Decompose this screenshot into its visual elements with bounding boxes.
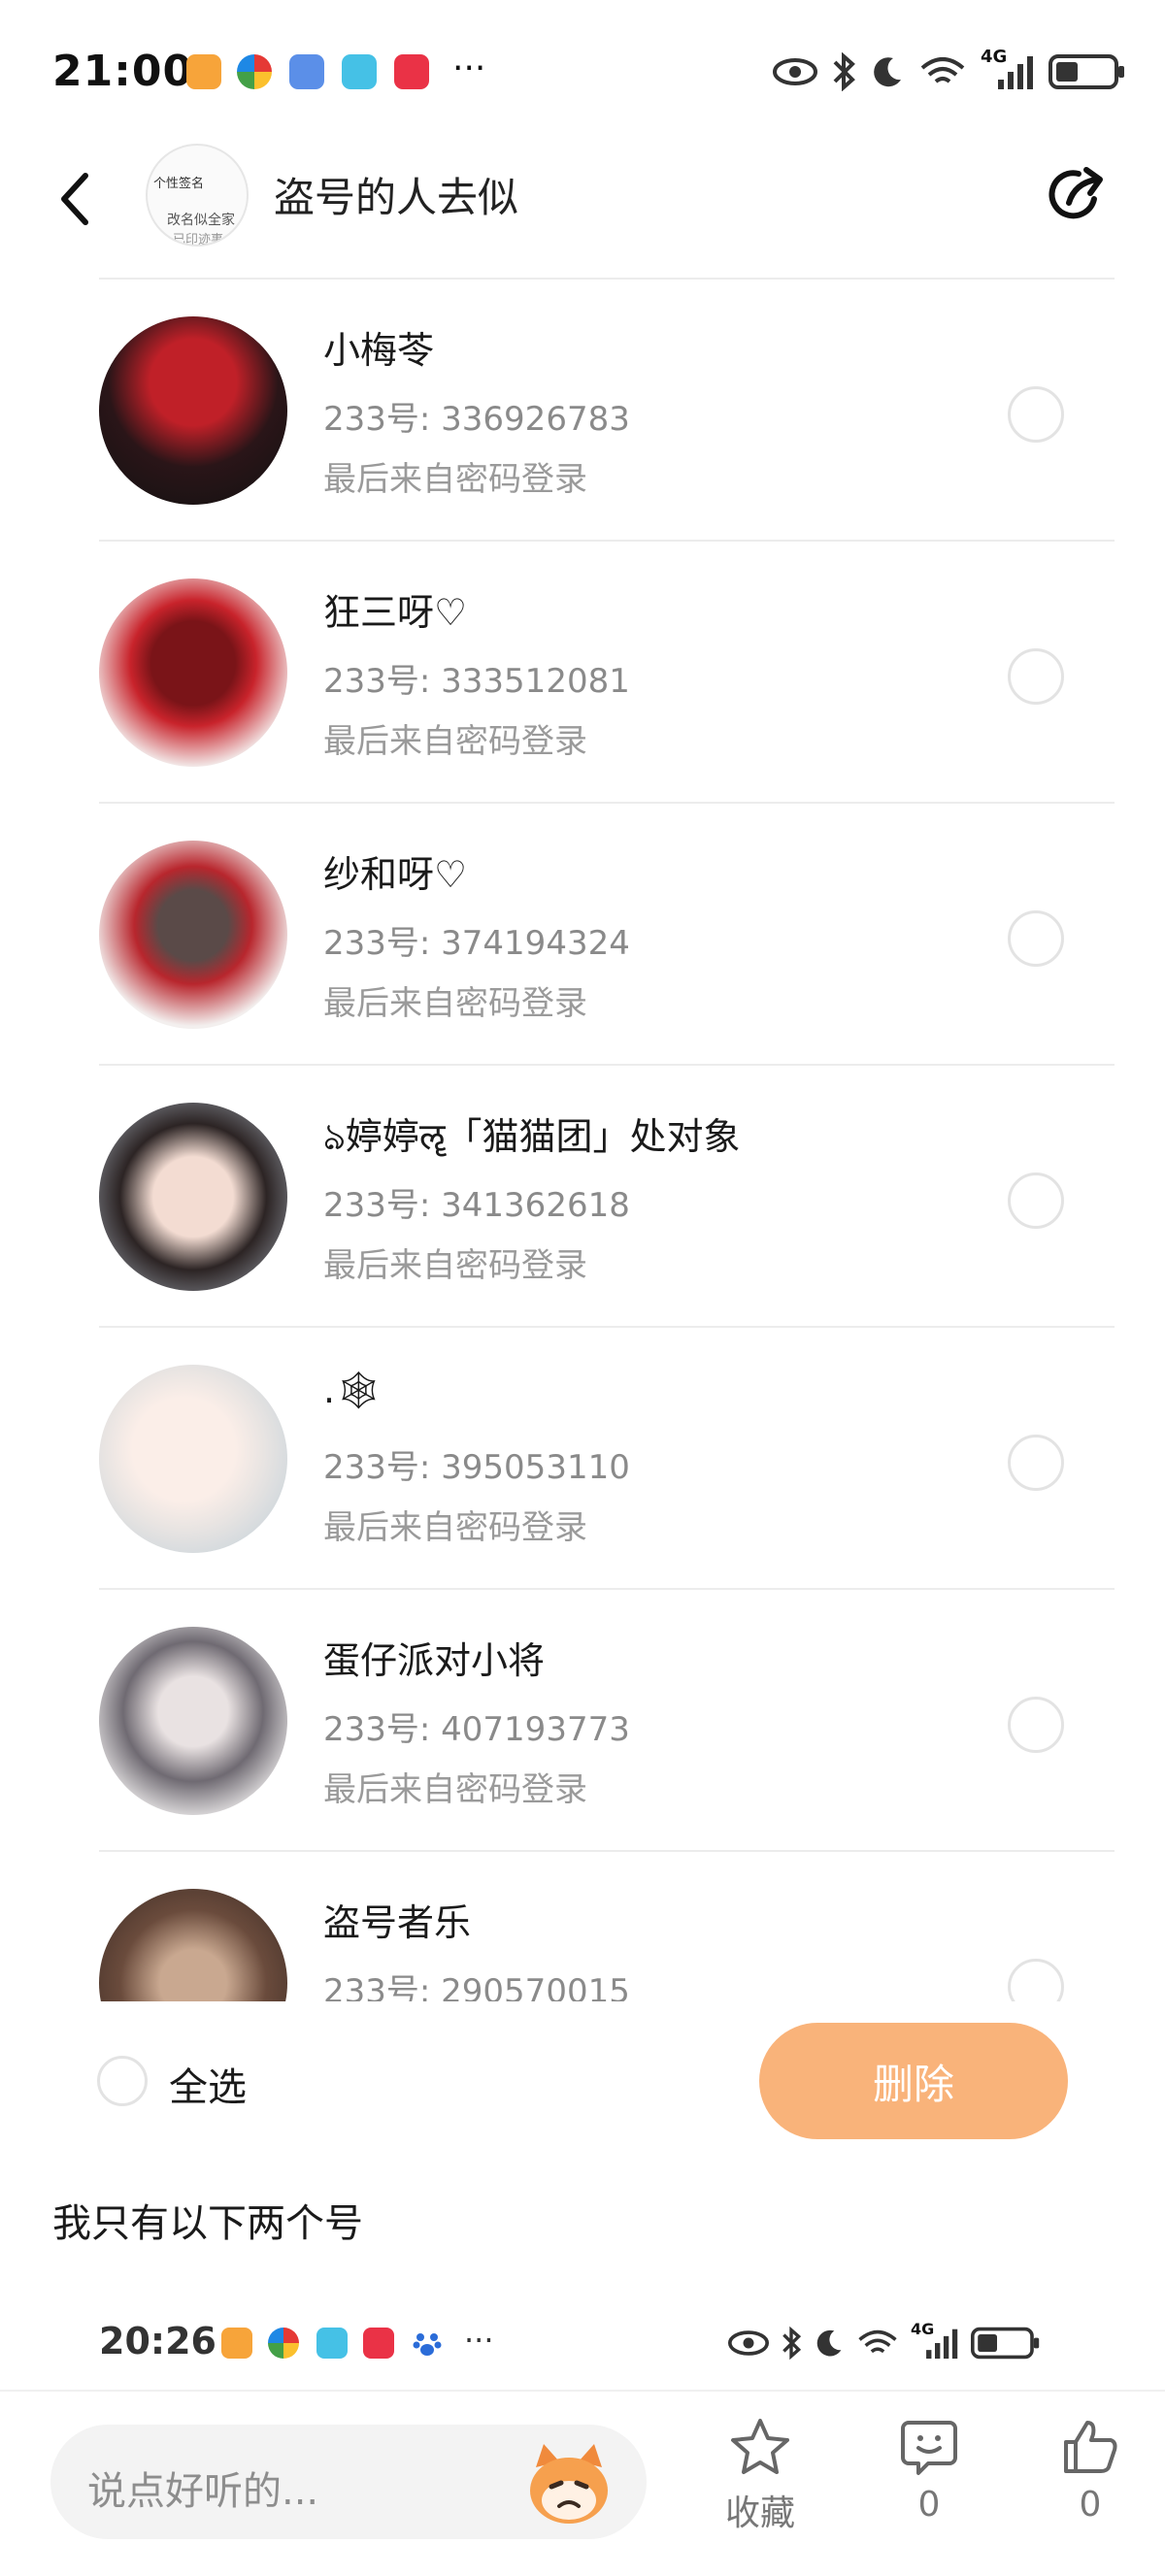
battery-icon [971,2327,1040,2360]
divider [99,1326,1115,1328]
comment-icon [901,2421,957,2475]
delete-button[interactable]: 删除 [759,2023,1068,2139]
divider [99,802,1115,804]
share-button[interactable] [1039,155,1116,233]
header-avatar[interactable]: 个性签名 改名似全家 已印迹事 [146,144,249,247]
avatar[interactable] [99,578,287,767]
account-id: 233号: 374194324 [323,924,630,963]
account-name: 纱和呀♡ [323,853,468,896]
favorite-button[interactable]: 收藏 [707,2417,814,2535]
account-login-source: 最后来自密码登录 [323,460,587,499]
account-id: 233号: 395053110 [323,1448,630,1487]
share-icon [1048,167,1103,219]
like-count: 0 [1079,2485,1102,2525]
account-name: 盗号者乐 [323,1901,472,1944]
moon-icon [816,2329,842,2357]
status-time-2: 20:26 [99,2320,216,2362]
app-icon [221,2328,252,2359]
back-button[interactable] [50,165,99,233]
avatar[interactable] [99,1627,287,1815]
avatar[interactable] [99,316,287,505]
more-dots: ··· [464,2322,494,2359]
page-title: 盗号的人去似 [274,174,519,221]
list-item[interactable]: 小梅苓 233号: 336926783 最后来自密码登录 [0,278,1165,540]
select-radio[interactable] [1008,1697,1064,1753]
avatar[interactable] [99,1889,287,2001]
app-icon [289,54,324,89]
signal-icon: 4G [981,47,1035,91]
account-name: ঌ婷婷ॡ「猫猫团」处对象 [323,1115,741,1158]
list-item[interactable]: ঌ婷婷ॡ「猫猫团」处对象 233号: 341362618 最后来自密码登录 [0,1064,1165,1326]
account-id: 233号: 290570015 [323,1972,630,2001]
app-icon [268,2328,299,2359]
account-id: 233号: 341362618 [323,1186,630,1225]
list-item[interactable]: .🕸 233号: 395053110 最后来自密码登录 [0,1326,1165,1588]
account-id: 233号: 333512081 [323,662,630,701]
select-radio[interactable] [1008,1959,1064,2001]
select-radio[interactable] [1008,386,1064,443]
chevron-left-icon [61,173,88,225]
account-id: 233号: 407193773 [323,1710,630,1749]
list-item[interactable]: 狂三呀♡ 233号: 333512081 最后来自密码登录 [0,540,1165,802]
select-radio[interactable] [1008,910,1064,967]
list-item[interactable]: 蛋仔派对小将 233号: 407193773 最后来自密码登录 [0,1588,1165,1850]
status-icons-2: 4G [728,2320,1041,2364]
app-icon [342,54,377,89]
eye-icon [728,2330,769,2356]
avatar[interactable] [99,1365,287,1553]
bluetooth-icon [782,2326,802,2361]
divider [99,1064,1115,1066]
moon-icon [874,57,901,87]
account-name: 狂三呀♡ [323,591,468,634]
select-radio[interactable] [1008,1435,1064,1491]
favorite-label: 收藏 [724,2493,795,2533]
wifi-icon [920,57,965,83]
account-login-source: 最后来自密码登录 [323,1246,587,1285]
account-list[interactable]: 小梅苓 233号: 336926783 最后来自密码登录 狂三呀♡ 233号: … [0,278,1165,2001]
account-name: .🕸 [323,1369,383,1411]
select-all-radio[interactable] [97,2056,148,2106]
account-login-source: 最后来自密码登录 [323,722,587,761]
eye-icon [773,58,817,85]
mascot-icon[interactable] [522,2438,616,2531]
avatar[interactable] [99,1103,287,1291]
paw-icon [412,2328,443,2359]
list-item[interactable]: 纱和呀♡ 233号: 374194324 最后来自密码登录 [0,802,1165,1064]
comment-count: 0 [917,2485,941,2525]
star-icon [731,2419,789,2474]
comment-placeholder[interactable]: 说点好听的... [87,2460,318,2516]
list-item[interactable]: 盗号者乐 233号: 290570015 [0,1850,1165,2001]
signal-icon: 4G [911,2320,959,2361]
account-login-source: 最后来自密码登录 [323,984,587,1023]
app-icon [363,2328,394,2359]
select-radio[interactable] [1008,648,1064,705]
divider [99,1850,1115,1852]
divider [99,278,1115,280]
more-dots: ··· [452,49,486,88]
account-id: 233号: 336926783 [323,400,630,439]
divider [99,540,1115,542]
account-login-source: 最后来自密码登录 [323,1770,587,1809]
status-icons: 4G [773,47,1126,93]
app-icon [237,54,272,89]
bluetooth-icon [833,52,855,91]
app-icon [316,2328,348,2359]
comment-button[interactable]: 0 [876,2417,982,2525]
app-icon [394,54,429,89]
divider [99,1588,1115,1590]
wifi-icon [858,2329,897,2354]
post-caption: 我只有以下两个号 [52,2201,363,2246]
avatar[interactable] [99,841,287,1029]
account-login-source: 最后来自密码登录 [323,1508,587,1547]
account-name: 蛋仔派对小将 [323,1639,546,1682]
app-icon [186,54,221,89]
thumbs-up-icon [1064,2421,1117,2473]
status-bar: 21:00 ··· 4G [0,0,1165,146]
account-name: 小梅苓 [323,329,435,372]
select-all-label[interactable]: 全选 [169,2056,247,2112]
select-radio[interactable] [1008,1172,1064,1229]
status-time: 21:00 [52,47,194,96]
like-button[interactable]: 0 [1037,2417,1144,2525]
battery-icon [1048,54,1124,89]
